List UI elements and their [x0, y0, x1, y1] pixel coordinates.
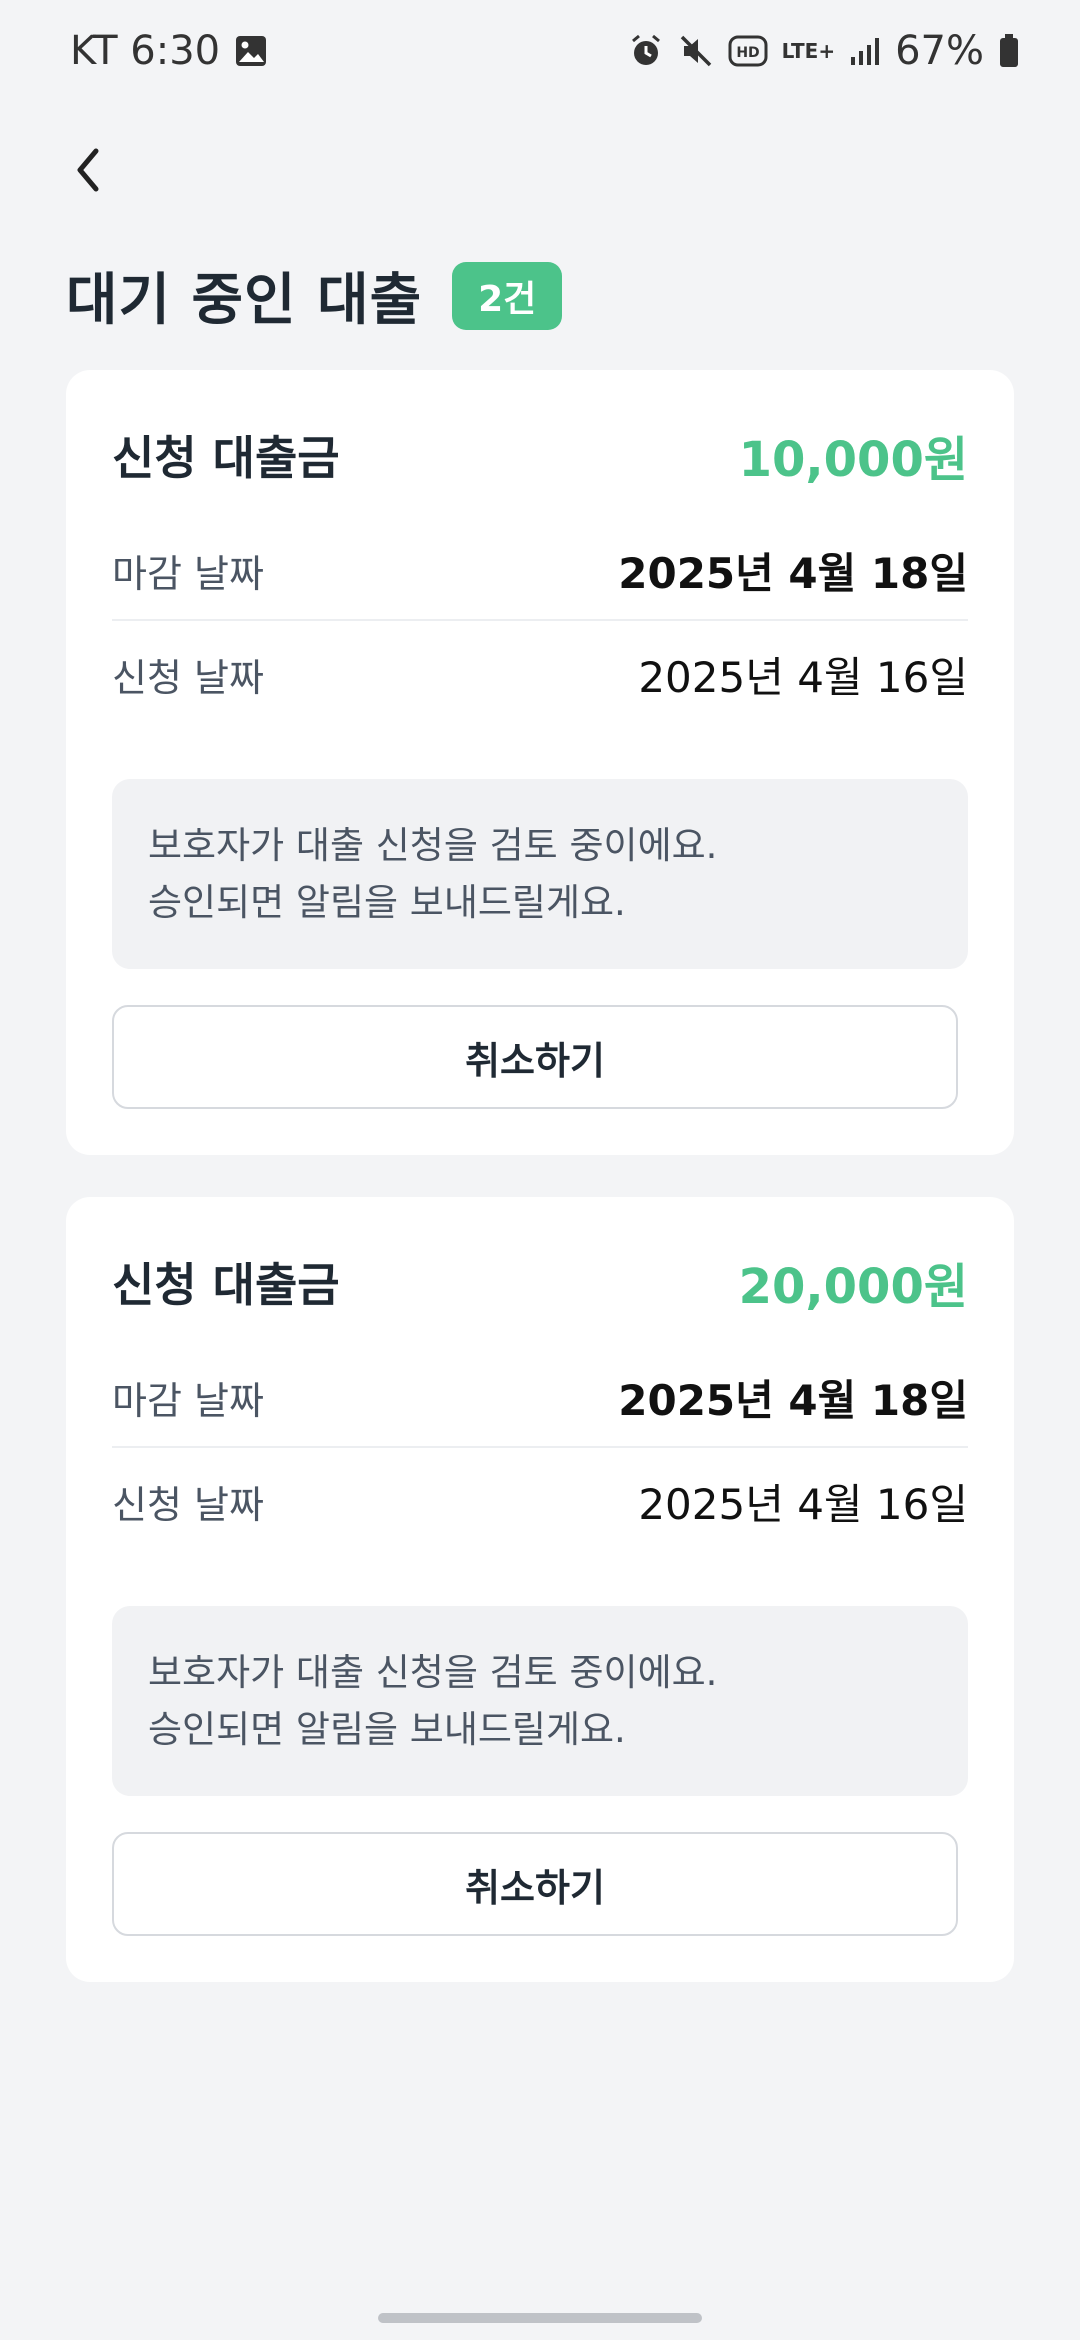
hd-icon: HD	[728, 35, 768, 67]
divider	[112, 619, 968, 621]
deadline-row: 마감 날짜 2025년 4월 18일	[112, 540, 968, 601]
notice-line-1: 보호자가 대출 신청을 검토 중이에요.	[148, 824, 718, 867]
notice-line-2: 승인되면 알림을 보내드릴게요.	[148, 881, 626, 924]
deadline-value: 2025년 4월 18일	[618, 1376, 968, 1425]
alarm-icon	[628, 33, 664, 69]
notice-line-2: 승인되면 알림을 보내드릴게요.	[148, 1708, 626, 1751]
deadline-row: 마감 날짜 2025년 4월 18일	[112, 1367, 968, 1428]
card-title: 신청 대출금	[112, 431, 340, 485]
signal-icon	[849, 35, 881, 67]
image-icon	[234, 34, 268, 68]
applied-label: 신청 날짜	[112, 656, 264, 700]
network-label: LTE+	[781, 39, 836, 63]
applied-value: 2025년 4월 16일	[638, 1480, 968, 1529]
loan-card: 신청 대출금 10,000원 마감 날짜 2025년 4월 18일 신청 날짜 …	[66, 370, 1014, 1155]
page-title-row: 대기 중인 대출 2건	[66, 255, 563, 336]
loan-card: 신청 대출금 20,000원 마감 날짜 2025년 4월 18일 신청 날짜 …	[66, 1197, 1014, 1982]
mute-icon	[678, 33, 714, 69]
applied-row: 신청 날짜 2025년 4월 16일	[112, 1471, 968, 1532]
divider	[112, 1446, 968, 1448]
battery-icon	[998, 33, 1020, 69]
battery-percent: 67%	[895, 28, 984, 74]
cancel-button[interactable]: 취소하기	[112, 1005, 958, 1109]
status-left: KT 6:30	[70, 28, 268, 74]
card-title: 신청 대출금	[112, 1258, 340, 1312]
network-type-icon: LTE+	[782, 41, 836, 61]
review-notice: 보호자가 대출 신청을 검토 중이에요. 승인되면 알림을 보내드릴게요.	[112, 1606, 968, 1796]
svg-text:HD: HD	[736, 45, 759, 61]
cancel-button[interactable]: 취소하기	[112, 1832, 958, 1936]
status-bar: KT 6:30 HD LTE+ 67%	[0, 0, 1080, 105]
carrier-time: KT 6:30	[70, 28, 221, 74]
page-title: 대기 중인 대출	[66, 268, 423, 333]
applied-label: 신청 날짜	[112, 1483, 264, 1527]
applied-value: 2025년 4월 16일	[638, 653, 968, 702]
back-button[interactable]	[58, 140, 118, 200]
notice-line-1: 보호자가 대출 신청을 검토 중이에요.	[148, 1651, 718, 1694]
review-notice: 보호자가 대출 신청을 검토 중이에요. 승인되면 알림을 보내드릴게요.	[112, 779, 968, 969]
loan-amount: 20,000원	[738, 1259, 968, 1315]
deadline-label: 마감 날짜	[112, 1379, 264, 1423]
card-header: 신청 대출금 10,000원	[112, 420, 968, 490]
card-header: 신청 대출금 20,000원	[112, 1247, 968, 1317]
deadline-value: 2025년 4월 18일	[618, 549, 968, 598]
deadline-label: 마감 날짜	[112, 552, 264, 596]
chevron-left-icon	[77, 148, 99, 192]
status-right: HD LTE+ 67%	[628, 28, 1020, 74]
loan-amount: 10,000원	[738, 432, 968, 488]
applied-row: 신청 날짜 2025년 4월 16일	[112, 644, 968, 705]
count-badge: 2건	[452, 261, 563, 330]
home-indicator[interactable]	[378, 2313, 702, 2323]
